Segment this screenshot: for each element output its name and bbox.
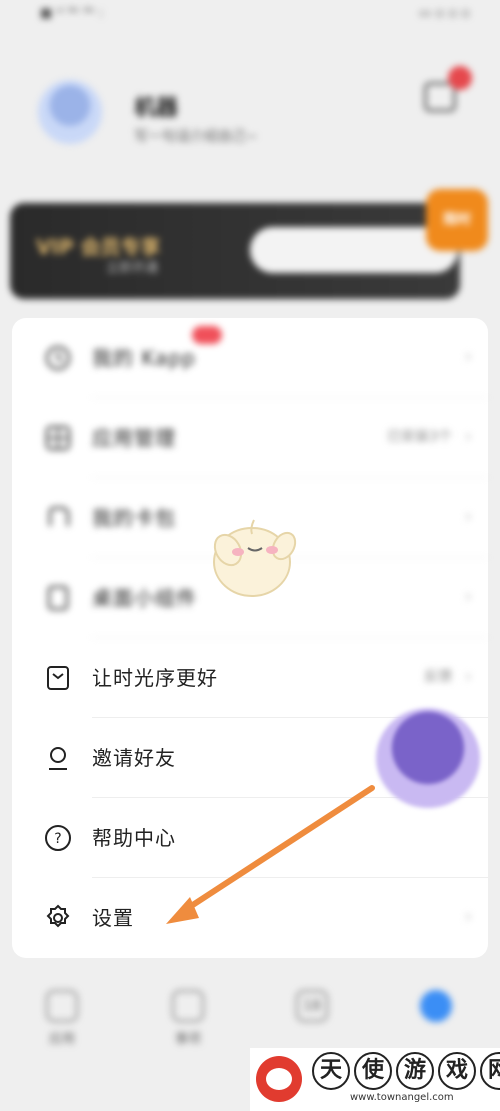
profile-header[interactable]: 机器 写一句话介绍自己~ (0, 60, 500, 180)
chevron-right-icon: › (464, 346, 472, 367)
tab-label: 事项 (174, 1032, 201, 1047)
svg-text:?: ? (54, 831, 61, 847)
tab-calendar[interactable]: 18 (272, 990, 352, 1022)
avatar[interactable] (38, 80, 102, 144)
chevron-right-icon: › (464, 666, 472, 687)
promo-floating-bubble[interactable] (376, 708, 480, 808)
menu-card: 我的 Kapp › 应用管理 已安装3个 › 我的卡包 › 桌面小组件 › 让时… (12, 318, 488, 958)
menu-item-extra: 已安装3个 (387, 429, 452, 445)
vip-title: VIP 会员专享 (36, 235, 161, 259)
menu-item-label: 应用管理 (92, 426, 176, 450)
profile-icon (420, 990, 452, 1022)
tab-tasks[interactable]: 事项 (148, 990, 228, 1047)
menu-item-settings[interactable]: 设置 › (12, 878, 488, 958)
gear-icon (46, 904, 70, 928)
menu-item-label: 帮助中心 (92, 826, 176, 850)
username: 机器 (134, 96, 179, 121)
chevron-right-icon: › (464, 426, 472, 447)
vip-banner[interactable]: VIP 会员专享 立即开通 限时 (10, 189, 488, 299)
menu-item-label: 我的 Kapp (92, 346, 196, 370)
feedback-icon (47, 666, 69, 690)
vip-badge: 限时 (426, 189, 488, 251)
grid-icon (45, 425, 71, 451)
menu-item-extra: 反馈 (424, 669, 452, 685)
calendar-icon: 18 (296, 990, 328, 1022)
check-icon (172, 990, 204, 1022)
app-icon (46, 990, 78, 1022)
menu-item-label: 设置 (92, 906, 134, 930)
menu-item-label: 让时光序更好 (92, 666, 218, 690)
watermark-char: 使 (354, 1052, 392, 1090)
mascot-sticker (213, 519, 297, 597)
watermark-char: 游 (396, 1052, 434, 1090)
profile-subtitle: 写一句话介绍自己~ (134, 129, 258, 145)
menu-item-help[interactable]: ? 帮助中心 (12, 798, 488, 878)
menu-item-label: 桌面小组件 (92, 586, 197, 610)
menu-item-feedback[interactable]: 让时光序更好 反馈 › (12, 638, 488, 718)
watermark-char: 网 (480, 1052, 500, 1090)
status-left: ■ ᵃˡ ᵂᶦ ᵂᶦ : (40, 6, 104, 21)
watermark-url: www.townangel.com (350, 1092, 454, 1103)
menu-item-label: 邀请好友 (92, 746, 176, 770)
widget-icon (47, 585, 69, 611)
menu-item-kapp[interactable]: 我的 Kapp › (12, 318, 488, 398)
tab-label: 应用 (48, 1032, 75, 1047)
chevron-right-icon: › (464, 586, 472, 607)
watermark-logo (256, 1056, 302, 1102)
watermark-char: 戏 (438, 1052, 476, 1090)
clock-icon (45, 345, 71, 371)
tab-profile[interactable] (396, 990, 476, 1022)
chevron-right-icon: › (464, 506, 472, 527)
person-icon (49, 747, 67, 770)
watermark-char: 天 (312, 1052, 350, 1090)
watermark: 天 使 游 戏 网 www.townangel.com (250, 1048, 500, 1111)
new-badge (192, 326, 222, 344)
watermark-text: 天 使 游 戏 网 (312, 1052, 500, 1090)
menu-item-apps[interactable]: 应用管理 已安装3个 › (12, 398, 488, 478)
menu-item-label: 我的卡包 (92, 506, 176, 530)
status-right: ▭ ▫ ▫ ▫ (418, 6, 470, 21)
status-bar: ■ ᵃˡ ᵂᶦ ᵂᶦ : ▭ ▫ ▫ ▫ (0, 0, 500, 40)
card-icon (48, 506, 70, 526)
help-icon: ? (45, 825, 71, 851)
notification-dot (448, 66, 472, 90)
chevron-right-icon: › (464, 906, 472, 927)
tab-apps[interactable]: 应用 (22, 990, 102, 1047)
vip-subtitle: 立即开通 (106, 261, 159, 276)
